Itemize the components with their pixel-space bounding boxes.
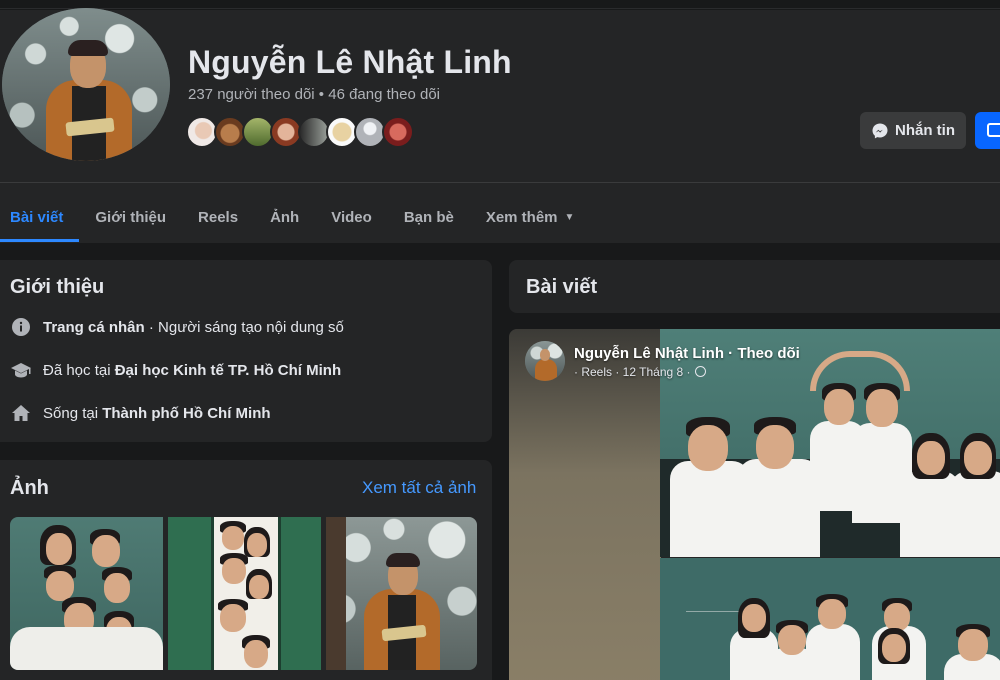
- posts-title: Bài viết: [526, 276, 598, 298]
- location-city-link[interactable]: Thành phố Hồ Chí Minh: [102, 405, 270, 422]
- tab-videos-label: Video: [331, 208, 372, 226]
- intro-row-education: Đã học tại Đại học Kinh tế TP. Hồ Chí Mi…: [10, 359, 341, 381]
- add-icon: [987, 123, 1000, 137]
- tab-about-label: Giới thiệu: [95, 208, 167, 226]
- intro-card: Giới thiệu Trang cá nhân · Người sáng tạ…: [0, 260, 492, 442]
- tab-reels-label: Reels: [198, 208, 239, 226]
- follow-stats[interactable]: 237 người theo dõi • 46 đang theo dõi: [188, 86, 440, 103]
- intro-row-page-text: Trang cá nhân · Người sáng tạo nội dung …: [43, 319, 344, 336]
- see-all-photos-link[interactable]: Xem tất cả ảnh: [362, 478, 476, 498]
- tab-more-label: Xem thêm: [485, 208, 558, 226]
- intro-row-location: Sống tại Thành phố Hồ Chí Minh: [10, 402, 271, 424]
- tab-friends[interactable]: Bạn bè: [388, 192, 470, 242]
- posts-header-card: Bài viết: [509, 260, 1000, 313]
- intro-page-type: Trang cá nhân: [43, 318, 145, 336]
- tab-about[interactable]: Giới thiệu: [79, 192, 182, 242]
- messenger-icon: [872, 123, 888, 138]
- follower-avatars[interactable]: [186, 116, 414, 150]
- graduation-cap-icon: [10, 359, 32, 381]
- home-icon: [10, 402, 32, 424]
- post-media-backdrop: [509, 329, 661, 680]
- post-image-top[interactable]: [660, 329, 1000, 557]
- post-meta: · Reels · 12 Tháng 8 ·: [574, 365, 706, 379]
- post-meta-text: · Reels · 12 Tháng 8 ·: [574, 365, 691, 379]
- photo-thumbnail-3[interactable]: [326, 517, 477, 670]
- tab-photos-label: Ảnh: [270, 208, 300, 226]
- post-image-bottom[interactable]: [660, 558, 1000, 680]
- intro-row-page: Trang cá nhân · Người sáng tạo nội dung …: [10, 316, 344, 338]
- intro-row-location-text: Sống tại Thành phố Hồ Chí Minh: [43, 405, 271, 422]
- profile-name: Nguyễn Lê Nhật Linh: [188, 44, 512, 80]
- profile-avatar[interactable]: [2, 8, 170, 161]
- follower-avatar[interactable]: [382, 116, 414, 148]
- header-divider: [0, 182, 1000, 183]
- tab-posts-label: Bài viết: [10, 208, 64, 226]
- intro-page-category: · Người sáng tạo nội dung số: [144, 318, 344, 336]
- tab-videos[interactable]: Video: [315, 192, 388, 242]
- photo-thumbnail-1[interactable]: [10, 517, 163, 670]
- education-school-link[interactable]: Đại học Kinh tế TP. Hồ Chí Minh: [115, 362, 341, 379]
- photo-thumbnail-2[interactable]: [168, 517, 321, 670]
- tab-photos[interactable]: Ảnh: [254, 192, 315, 242]
- intro-row-education-text: Đã học tại Đại học Kinh tế TP. Hồ Chí Mi…: [43, 362, 341, 379]
- post-author-name[interactable]: Nguyễn Lê Nhật Linh · Theo dõi: [574, 345, 800, 362]
- caret-down-icon: ▼: [564, 211, 575, 223]
- message-button[interactable]: Nhắn tin: [860, 112, 966, 149]
- tab-posts[interactable]: Bài viết: [0, 192, 80, 242]
- education-prefix: Đã học tại: [43, 361, 115, 379]
- message-button-label: Nhắn tin: [895, 122, 955, 139]
- add-friend-button[interactable]: [975, 112, 1000, 149]
- intro-title: Giới thiệu: [10, 276, 105, 298]
- tab-friends-label: Bạn bè: [403, 208, 454, 226]
- photos-title: Ảnh: [10, 477, 49, 499]
- tab-reels[interactable]: Reels: [182, 192, 254, 242]
- location-prefix: Sống tại: [43, 404, 103, 422]
- tab-more[interactable]: Xem thêm ▼: [470, 192, 591, 242]
- avatar-hair: [68, 40, 108, 56]
- info-icon: [10, 316, 32, 338]
- post-author-avatar[interactable]: [525, 341, 565, 381]
- profile-tabs: Bài viết Giới thiệu Reels Ảnh Video Bạn …: [0, 192, 590, 242]
- post-card[interactable]: Nguyễn Lê Nhật Linh · Theo dõi · Reels ·…: [509, 329, 1000, 680]
- globe-icon: [694, 366, 706, 377]
